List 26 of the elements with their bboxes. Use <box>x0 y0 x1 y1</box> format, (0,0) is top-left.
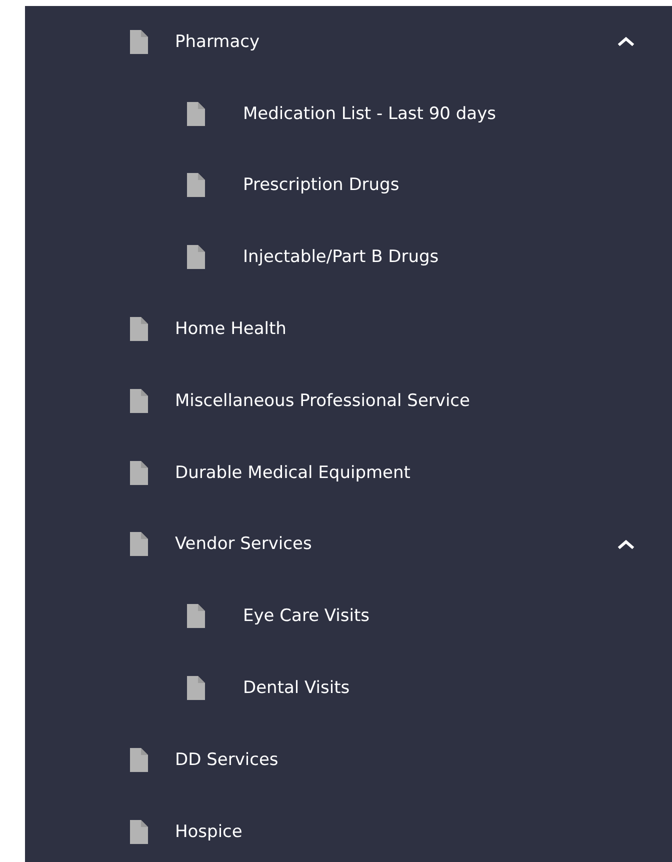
menu-item[interactable]: Miscellaneous Professional Service <box>25 364 672 437</box>
document-icon <box>187 676 205 700</box>
document-icon <box>130 460 148 485</box>
document-icon <box>130 748 148 772</box>
menu-item[interactable]: Home Health <box>25 293 672 365</box>
document-icon <box>130 317 148 342</box>
menu-item[interactable]: Vendor Services <box>25 508 672 580</box>
document-icon <box>130 820 148 844</box>
document-icon <box>130 532 148 556</box>
submenu-item[interactable]: Injectable/Part B Drugs <box>25 221 672 294</box>
document-icon <box>187 102 205 126</box>
submenu-item[interactable]: Dental Visits <box>25 652 672 724</box>
document-icon <box>187 173 205 198</box>
menu-item[interactable]: DD Services <box>25 724 672 796</box>
caret-icon[interactable] <box>617 538 635 550</box>
menu-item[interactable]: Durable Medical Equipment <box>25 436 672 509</box>
document-icon <box>187 604 205 628</box>
document-icon <box>130 388 148 413</box>
document-icon <box>130 30 148 54</box>
caret-icon[interactable] <box>617 36 635 48</box>
menu-item[interactable]: Hospice <box>25 796 672 862</box>
menu-item[interactable]: Pharmacy <box>25 6 672 78</box>
document-icon <box>187 245 205 270</box>
submenu-item[interactable]: Eye Care Visits <box>25 580 672 652</box>
submenu-item[interactable]: Prescription Drugs <box>25 150 672 222</box>
submenu-item[interactable]: Medication List - Last 90 days <box>25 78 672 150</box>
